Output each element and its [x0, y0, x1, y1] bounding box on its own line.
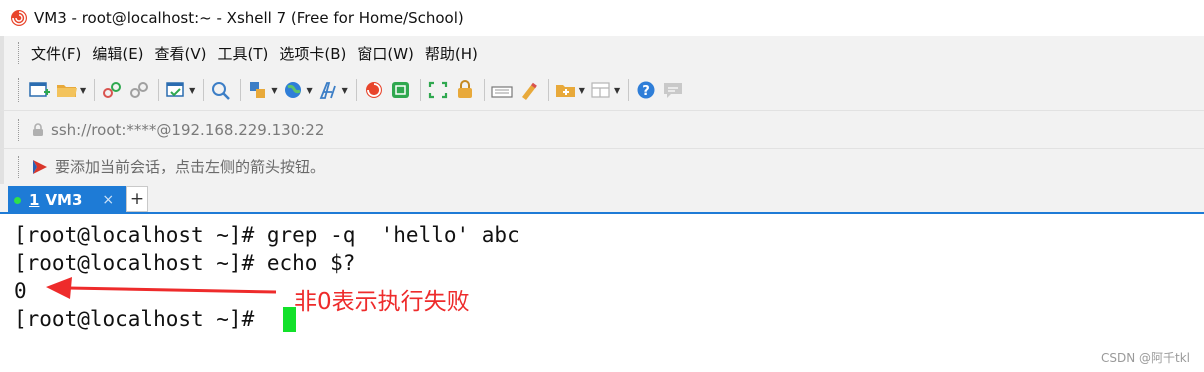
- keyboard-button[interactable]: [491, 77, 513, 103]
- menu-bar-grip[interactable]: [18, 42, 21, 64]
- xftp-icon: [391, 82, 409, 98]
- toolbar-separator: [483, 79, 485, 101]
- xshell-button[interactable]: [363, 77, 385, 103]
- annotation-arrow-icon: [46, 277, 277, 299]
- toolbar-separator: [628, 79, 630, 101]
- xshell-icon: [365, 82, 382, 98]
- font-button[interactable]: ▼: [318, 77, 348, 103]
- connect-icon: [103, 82, 122, 98]
- address-bar: ssh://root:****@192.168.229.130:22: [0, 110, 1204, 148]
- properties-button[interactable]: ▼: [165, 77, 195, 103]
- open-folder-icon: [57, 85, 77, 97]
- highlight-button[interactable]: [518, 77, 540, 103]
- fullscreen-icon: [428, 81, 447, 99]
- connected-status-icon: [14, 196, 21, 204]
- compose-button[interactable]: ▼: [555, 77, 585, 103]
- toolbar-separator: [240, 79, 242, 101]
- tab-name: VM3: [45, 191, 83, 209]
- help-icon: ?: [637, 81, 655, 99]
- new-session-icon: [29, 82, 50, 97]
- svg-text:?: ?: [642, 84, 650, 99]
- xftp-button[interactable]: [390, 77, 412, 103]
- address-input[interactable]: ssh://root:****@192.168.229.130:22: [51, 121, 324, 139]
- transfer-icon: [250, 82, 266, 98]
- address-bar-grip[interactable]: [18, 118, 21, 141]
- chevron-down-icon[interactable]: ▼: [306, 86, 312, 95]
- keyboard-icon: [491, 86, 513, 98]
- chat-icon: [664, 83, 683, 98]
- tab-vm3[interactable]: 1 VM3 ×: [8, 186, 126, 214]
- terminal-line: [root@localhost ~]# grep -q 'hello' abc: [14, 223, 520, 247]
- xshell-app-icon: [10, 9, 28, 27]
- menu-file[interactable]: 文件(F): [31, 43, 81, 64]
- chevron-down-icon[interactable]: ▼: [614, 86, 620, 95]
- terminal-line: [root@localhost ~]#: [14, 307, 267, 331]
- info-message: 要添加当前会话，点击左侧的箭头按钮。: [55, 158, 326, 176]
- open-button[interactable]: ▼: [56, 77, 86, 103]
- add-session-arrow-icon[interactable]: [31, 158, 49, 176]
- menu-tools[interactable]: 工具(T): [218, 43, 269, 64]
- new-session-button[interactable]: [29, 77, 51, 103]
- disconnect-icon: [130, 82, 149, 98]
- chevron-down-icon[interactable]: ▼: [80, 86, 86, 95]
- menu-edit[interactable]: 编辑(E): [92, 43, 143, 64]
- menu-tab[interactable]: 选项卡(B): [279, 43, 346, 64]
- toolbar-separator: [203, 79, 205, 101]
- connect-button[interactable]: [101, 77, 123, 103]
- compose-icon: [555, 85, 575, 97]
- lock-icon: [33, 122, 43, 136]
- lock-icon: [457, 80, 472, 98]
- tab-strip: 1 VM3 × +: [0, 184, 1204, 214]
- find-icon: [212, 82, 231, 100]
- toolbar-separator: [547, 79, 549, 101]
- globe-icon: [285, 82, 302, 98]
- toolbar-separator: [419, 79, 421, 101]
- help-button[interactable]: ?: [635, 77, 657, 103]
- chevron-down-icon[interactable]: ▼: [271, 86, 277, 95]
- tab-label: 1 VM3: [29, 191, 82, 209]
- toolbar-separator: [158, 79, 160, 101]
- transfer-button[interactable]: ▼: [247, 77, 277, 103]
- chat-button[interactable]: [662, 77, 684, 103]
- layout-button[interactable]: ▼: [590, 77, 620, 103]
- info-bar: 要添加当前会话，点击左侧的箭头按钮。: [0, 148, 1204, 184]
- terminal-area[interactable]: [root@localhost ~]# grep -q 'hello' abc …: [0, 216, 1204, 372]
- toolbar-grip[interactable]: [18, 78, 21, 102]
- chevron-down-icon[interactable]: ▼: [189, 86, 195, 95]
- layout-icon: [591, 82, 610, 98]
- properties-icon: [166, 82, 184, 97]
- fullscreen-button[interactable]: [427, 77, 449, 103]
- watermark: CSDN @阿千tkl: [1100, 351, 1190, 365]
- menu-window[interactable]: 窗口(W): [357, 43, 414, 64]
- disconnect-button[interactable]: [128, 77, 150, 103]
- terminal-line: 0: [14, 279, 27, 303]
- toolbar: ▼ ▼ ▼ ▼ ▼ ▼ ▼ ?: [0, 70, 1204, 110]
- toolbar-separator: [94, 79, 96, 101]
- find-button[interactable]: [210, 77, 232, 103]
- title-bar: VM3 - root@localhost:~ - Xshell 7 (Free …: [0, 0, 1204, 36]
- window-title: VM3 - root@localhost:~ - Xshell 7 (Free …: [34, 9, 464, 27]
- close-icon[interactable]: ×: [102, 192, 114, 208]
- terminal-line: [root@localhost ~]# echo $?: [14, 251, 356, 275]
- add-tab-button[interactable]: +: [126, 186, 148, 212]
- tab-number: 1: [29, 191, 40, 209]
- toolbar-separator: [355, 79, 357, 101]
- annotation-text: 非0表示执行失败: [294, 289, 470, 315]
- menu-bar: 文件(F) 编辑(E) 查看(V) 工具(T) 选项卡(B) 窗口(W) 帮助(…: [0, 36, 1204, 70]
- chevron-down-icon[interactable]: ▼: [579, 86, 585, 95]
- lock-button[interactable]: [454, 77, 476, 103]
- info-bar-grip[interactable]: [18, 155, 21, 178]
- menu-help[interactable]: 帮助(H): [425, 43, 478, 64]
- font-icon: [319, 82, 336, 99]
- highlight-icon: [521, 82, 537, 100]
- chevron-down-icon[interactable]: ▼: [342, 86, 348, 95]
- menu-view[interactable]: 查看(V): [155, 43, 207, 64]
- globe-button[interactable]: ▼: [282, 77, 313, 103]
